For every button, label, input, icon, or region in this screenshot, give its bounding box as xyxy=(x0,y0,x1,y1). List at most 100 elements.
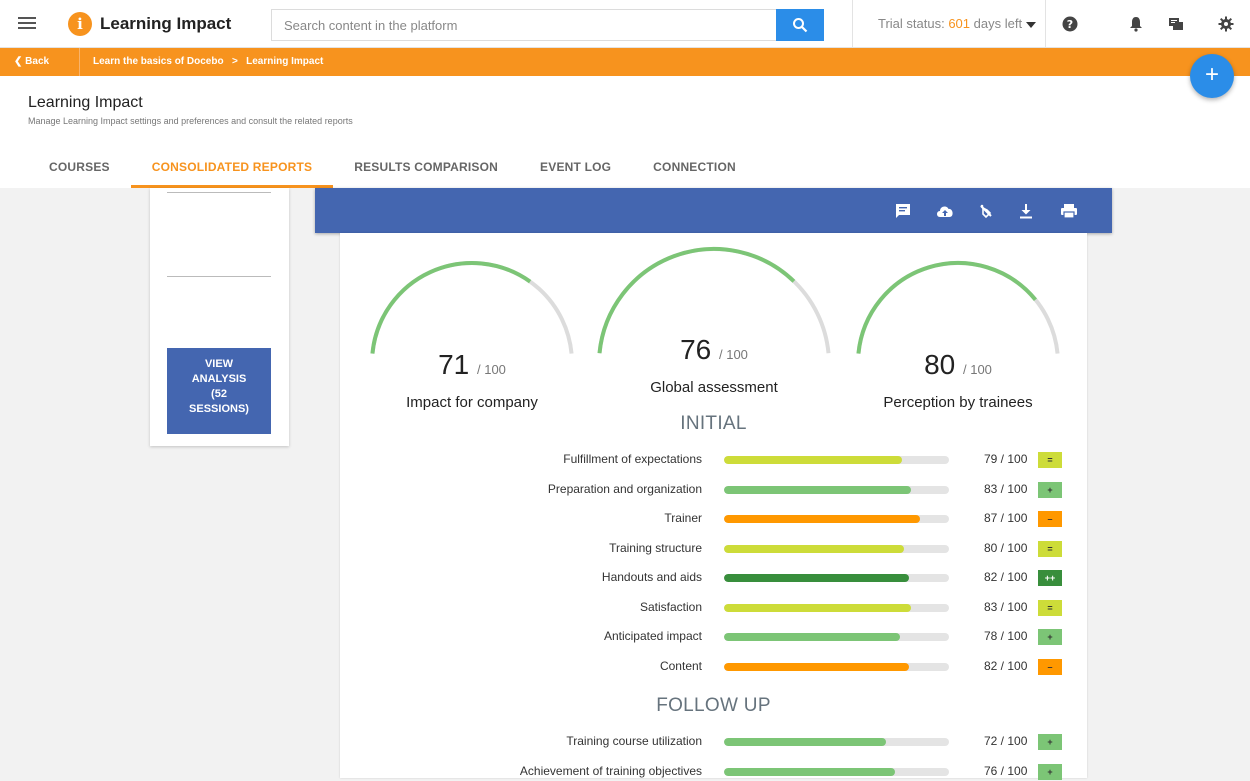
score-bar-fill xyxy=(724,574,909,582)
tab-event-log[interactable]: EVENT LOG xyxy=(519,156,632,188)
top-bar: i Learning Impact Trial status: 601 days… xyxy=(0,0,1250,48)
compare-icon[interactable] xyxy=(976,201,996,221)
score-row: Trainer 87 / 100– xyxy=(340,510,1087,528)
gauge-value: 80 / 100 xyxy=(848,349,1068,381)
back-button[interactable]: ❮ Back xyxy=(0,48,80,76)
trend-badge: + xyxy=(1038,629,1062,645)
trial-status[interactable]: Trial status: 601 days left xyxy=(852,0,1046,48)
score-row-value: 87 / 100 xyxy=(984,511,1028,525)
add-button[interactable]: + xyxy=(1190,54,1234,98)
score-row-label: Trainer xyxy=(664,511,702,525)
score-row-value: 76 / 100 xyxy=(984,763,1028,778)
search-icon xyxy=(793,18,808,33)
view-analysis-line: VIEW xyxy=(204,358,234,370)
score-bar-track xyxy=(724,515,949,523)
print-icon[interactable] xyxy=(1059,201,1079,221)
score-bar-fill xyxy=(724,662,909,671)
search-button[interactable] xyxy=(776,9,824,41)
search-box xyxy=(271,9,824,41)
divider xyxy=(167,192,271,193)
gauge-fill xyxy=(370,261,532,354)
gauge-value: 76 / 100 xyxy=(591,334,837,366)
help-icon[interactable]: ? xyxy=(1060,14,1080,34)
score-row: Satisfaction 83 / 100 = xyxy=(340,599,1087,617)
view-analysis-line: (52 xyxy=(211,388,227,400)
score-bar-track xyxy=(724,603,949,612)
trend-badge: ++ xyxy=(1038,570,1062,586)
gauge-denominator: / 100 xyxy=(477,362,506,377)
settings-gear-icon[interactable] xyxy=(1216,14,1236,34)
page-title: Learning Impact xyxy=(28,94,143,111)
section-title-initial: INITIAL xyxy=(680,413,747,434)
breadcrumb-bar: ❮ Back Learn the basics of Docebo > Lear… xyxy=(0,48,1250,76)
caret-down-icon xyxy=(1026,21,1037,28)
trial-suffix: days left xyxy=(970,16,1023,31)
score-row: Handouts and aids 82 / 100 ++ xyxy=(340,569,1087,587)
tab-connection[interactable]: CONNECTION xyxy=(632,156,757,188)
report-toolbar xyxy=(315,188,1112,233)
comment-icon[interactable] xyxy=(893,201,913,221)
gauge-global-assessment: 76 / 100 Global assessment xyxy=(591,240,837,420)
score-row-value: 80 / 100 xyxy=(984,540,1028,555)
score-row: Anticipated impact 78 / 100 + xyxy=(340,628,1087,646)
trend-badge: + xyxy=(1038,481,1062,498)
score-row-label: Achievement of training objectives xyxy=(519,763,702,778)
chevron-left-icon: ❮ xyxy=(14,56,26,67)
page-subtitle: Manage Learning Impact settings and pref… xyxy=(28,116,353,126)
score-bar-fill xyxy=(724,603,911,612)
menu-icon[interactable] xyxy=(18,14,36,34)
trend-badge: – xyxy=(1038,658,1062,675)
view-analysis-button[interactable]: VIEW ANALYSIS (52 SESSIONS) xyxy=(167,348,271,434)
score-bar-fill xyxy=(724,515,920,523)
breadcrumb-separator: > xyxy=(231,56,238,67)
tab-bar: COURSES CONSOLIDATED REPORTS RESULTS COM… xyxy=(28,156,757,188)
score-row: Fulfillment of expectations 79 / 100 = xyxy=(340,451,1087,469)
score-row-value: 72 / 100 xyxy=(984,734,1028,748)
score-row: Training course utilization 72 / 100 + xyxy=(340,733,1087,751)
score-row-label: Satisfaction xyxy=(639,599,702,614)
score-row-label: Training course utilization xyxy=(566,734,702,748)
download-icon[interactable] xyxy=(1016,201,1036,221)
score-bar-fill xyxy=(724,485,911,494)
report-panel: 71 / 100 Impact for company 76 / 100 Glo… xyxy=(340,233,1087,780)
view-analysis-line: SESSIONS) xyxy=(189,403,249,415)
score-bar-track xyxy=(724,738,949,746)
score-bar-fill xyxy=(724,767,895,776)
score-bar-track xyxy=(724,544,949,553)
section-title-follow-up: FOLLOW UP xyxy=(656,695,771,716)
score-bar-fill xyxy=(724,544,904,553)
search-input[interactable] xyxy=(272,10,772,40)
breadcrumb-item-current[interactable]: Learning Impact xyxy=(246,56,323,67)
gauge-score: 80 xyxy=(924,349,956,380)
score-bar-track xyxy=(724,574,949,582)
score-bar-track xyxy=(724,485,949,494)
view-analysis-line: ANALYSIS xyxy=(191,373,247,385)
tab-results-comparison[interactable]: RESULTS COMPARISON xyxy=(333,156,519,188)
gauge-impact-for-company: 71 / 100 Impact for company xyxy=(362,255,582,420)
trend-badge: + xyxy=(1038,734,1062,750)
bell-icon[interactable] xyxy=(1126,14,1146,34)
tab-courses[interactable]: COURSES xyxy=(28,156,131,188)
breadcrumb-item-course[interactable]: Learn the basics of Docebo xyxy=(93,56,224,67)
gauge-track xyxy=(856,261,1060,354)
breadcrumb: Learn the basics of Docebo > Learning Im… xyxy=(93,48,323,76)
score-row-label: Preparation and organization xyxy=(547,481,702,496)
score-row-value: 83 / 100 xyxy=(984,481,1028,496)
score-row: Training structure 80 / 100 = xyxy=(340,540,1087,558)
tab-consolidated-reports[interactable]: CONSOLIDATED REPORTS xyxy=(130,156,334,188)
gauge-perception-by-trainees: 80 / 100 Perception by trainees xyxy=(848,255,1068,420)
score-bar-track xyxy=(724,767,949,776)
score-row-value: 82 / 100 xyxy=(984,570,1028,584)
score-row: Content 82 / 100– xyxy=(340,658,1087,676)
course-card: VIEW ANALYSIS (52 SESSIONS) xyxy=(150,188,289,446)
cloud-upload-icon[interactable] xyxy=(935,201,955,221)
score-row-value: 82 / 100 xyxy=(984,658,1028,673)
gauge-label: Global assessment xyxy=(650,379,778,396)
chat-icon[interactable] xyxy=(1166,14,1186,34)
app-logo: i xyxy=(68,12,92,36)
back-label: Back xyxy=(25,56,50,67)
app-title: Learning Impact xyxy=(100,14,232,33)
divider xyxy=(167,276,271,277)
score-row-value: 78 / 100 xyxy=(984,629,1028,643)
trend-badge: + xyxy=(1038,763,1062,780)
